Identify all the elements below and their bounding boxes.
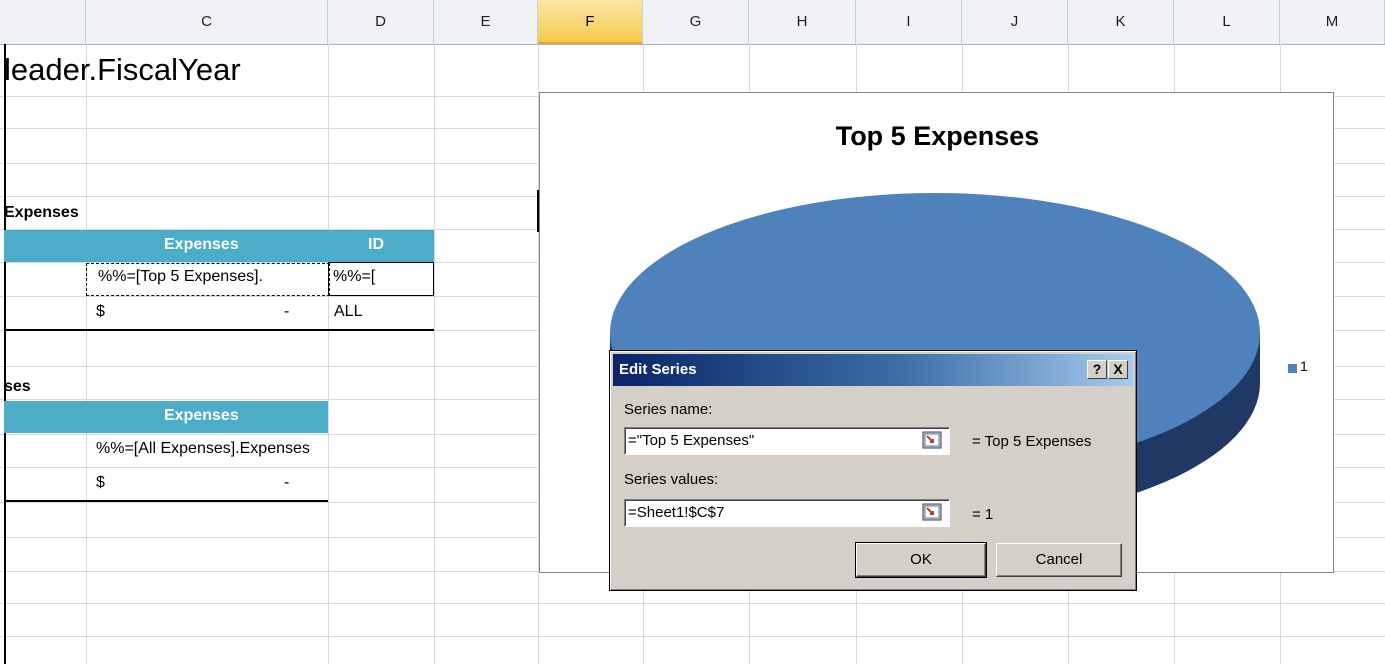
section2-title[interactable]: ses — [4, 378, 31, 396]
column-header-h[interactable]: H — [749, 0, 856, 44]
cancel-button[interactable]: Cancel — [996, 543, 1122, 577]
section1-header-id: ID — [368, 236, 384, 253]
dialog-titlebar[interactable]: Edit Series ? X — [613, 354, 1133, 386]
column-header-b[interactable] — [0, 0, 86, 44]
section1-title[interactable]: Expenses — [4, 204, 79, 222]
section1-formula-id[interactable]: %%=[ — [333, 268, 431, 286]
section2-bottom-border — [4, 500, 328, 502]
section1-dash[interactable]: - — [284, 303, 289, 321]
column-header-l[interactable]: L — [1174, 0, 1280, 44]
section1-currency[interactable]: $ — [96, 303, 105, 321]
close-button[interactable]: X — [1108, 360, 1128, 379]
series-values-collapse-icon[interactable] — [922, 503, 942, 523]
series-values-input[interactable]: =Sheet1!$C$7 — [624, 499, 950, 527]
column-header-c[interactable]: C — [86, 0, 328, 44]
section1-header-expenses: Expenses — [164, 236, 239, 253]
section1-id-value[interactable]: ALL — [334, 303, 362, 321]
column-header-k[interactable]: K — [1068, 0, 1174, 44]
sheet-left-edge — [4, 44, 6, 664]
help-button[interactable]: ? — [1087, 360, 1107, 379]
column-header-j[interactable]: J — [962, 0, 1068, 44]
section1-bottom-border — [4, 329, 434, 331]
column-header-e[interactable]: E — [434, 0, 538, 44]
legend-label-1: 1 — [1300, 358, 1308, 374]
series-name-label: Series name: — [624, 401, 713, 418]
column-header-i[interactable]: I — [856, 0, 962, 44]
dialog-title: Edit Series — [619, 361, 697, 378]
column-header-m[interactable]: M — [1280, 0, 1385, 44]
section2-dash[interactable]: - — [284, 474, 289, 492]
section2-header-expenses: Expenses — [164, 407, 239, 424]
ok-button[interactable]: OK — [855, 542, 987, 578]
section2-header-row[interactable]: Expenses — [4, 401, 328, 433]
section2-currency[interactable]: $ — [96, 474, 105, 492]
legend-key-1 — [1288, 364, 1297, 373]
section1-formula-expenses[interactable]: %%=[Top 5 Expenses]. — [98, 268, 326, 286]
column-header-bar: C D E F G H I J K L M — [0, 0, 1385, 45]
series-values-result: = 1 — [972, 506, 994, 523]
column-header-f[interactable]: F — [538, 0, 643, 44]
column-header-d[interactable]: D — [328, 0, 434, 44]
section2-formula[interactable]: %%=[All Expenses].Expenses — [96, 440, 310, 458]
series-name-result: = Top 5 Expenses — [972, 433, 1092, 450]
series-name-collapse-icon[interactable] — [922, 431, 942, 451]
series-name-input[interactable]: ="Top 5 Expenses" — [624, 427, 950, 455]
series-values-label: Series values: — [624, 471, 719, 488]
fiscal-year-cell[interactable]: leader.FiscalYear — [4, 52, 241, 88]
section1-header-row[interactable]: Expenses ID — [4, 230, 434, 262]
edit-series-dialog[interactable]: Edit Series ? X Series name: ="Top 5 Exp… — [609, 350, 1137, 591]
column-header-g[interactable]: G — [643, 0, 749, 44]
